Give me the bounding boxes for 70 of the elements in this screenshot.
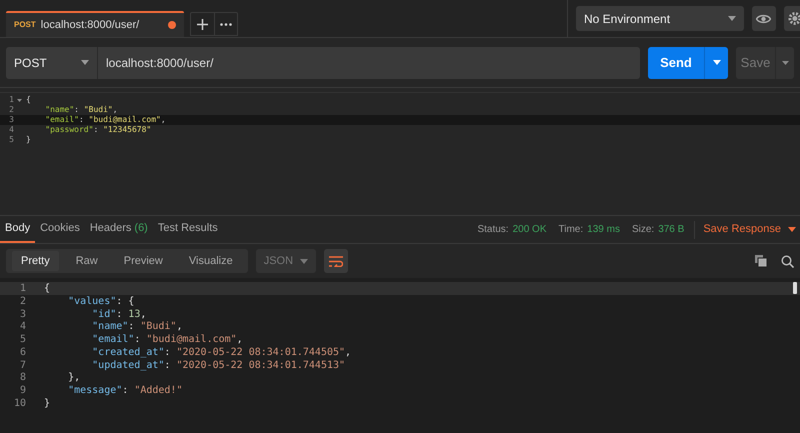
code-line: "name": "Budi",: [44, 104, 118, 116]
line-number: 1: [9, 94, 14, 106]
line-number: 9: [20, 384, 26, 398]
meta-value: 139 ms: [587, 223, 620, 237]
settings-icon: [787, 11, 800, 26]
code-line: "name": "Budi",: [91, 320, 182, 334]
response-tab[interactable]: Test Results: [152, 216, 223, 243]
line-number: 2: [20, 294, 26, 309]
url-field[interactable]: localhost:8000/user/: [98, 46, 640, 78]
line-number: 8: [20, 371, 26, 386]
response-tab[interactable]: Cookies: [35, 216, 85, 243]
tab-label: Headers: [90, 221, 132, 236]
line-number: 4: [20, 320, 26, 334]
line-number: 5: [9, 134, 14, 146]
code-line: {: [43, 282, 50, 296]
code-line: "id": 13,: [91, 308, 146, 321]
view-mode-tab[interactable]: Raw: [66, 251, 107, 271]
save-response-button[interactable]: Save Response: [695, 221, 800, 238]
header-count: (6): [134, 221, 148, 236]
line-number: 5: [20, 333, 26, 348]
environment-dropdown[interactable]: No Environment: [576, 6, 744, 31]
code-line: }: [43, 397, 50, 412]
code-line: }: [25, 134, 31, 146]
meta-value: 200 OK: [512, 223, 547, 237]
search-icon[interactable]: [781, 254, 794, 268]
eye-button[interactable]: [752, 6, 776, 31]
caret-icon: [782, 60, 788, 64]
meta-label: Size:: [632, 223, 654, 237]
wrap-icon: [328, 256, 343, 266]
code-line: "message": "Added!": [67, 384, 182, 398]
eye-icon: [756, 14, 772, 24]
line-number: 1: [20, 282, 26, 296]
caret-icon: [300, 258, 308, 264]
tab-title: localhost:8000/user/: [40, 18, 140, 33]
plus-icon: [197, 18, 208, 30]
request-tab[interactable]: POST localhost:8000/user/: [6, 11, 184, 37]
view-mode-tab[interactable]: Visualize: [180, 251, 242, 271]
code-line: "password": "12345678": [44, 124, 152, 136]
code-line: "email": "budi@mail.com",: [91, 333, 243, 347]
fold-arrow-icon[interactable]: [16, 98, 22, 102]
line-number: 7: [20, 358, 26, 372]
meta-value: 376 B: [658, 223, 684, 237]
line-number: 3: [9, 114, 14, 126]
caret-icon: [788, 227, 796, 232]
line-number: 6: [20, 346, 26, 360]
method-label: POST: [14, 19, 36, 31]
code-line: "created_at": "2020-05-22 08:34:01.744505",: [91, 346, 352, 360]
line-number: 2: [9, 104, 14, 116]
more-icon: [220, 22, 232, 26]
code-line: },: [67, 371, 80, 386]
line-number: 10: [14, 397, 26, 412]
meta-label: Time:: [558, 223, 584, 237]
view-mode-tab[interactable]: Preview: [114, 251, 172, 271]
line-number: 4: [9, 124, 14, 136]
code-line: "values": {: [67, 294, 134, 309]
wrap-lines-button[interactable]: [324, 249, 348, 273]
copy-icon[interactable]: [755, 255, 767, 267]
caret-icon: [712, 60, 720, 65]
caret-icon: [728, 16, 736, 21]
method-dropdown[interactable]: POST: [6, 46, 98, 78]
response-tab[interactable]: Headers (6): [84, 216, 153, 243]
code-line: "updated_at": "2020-05-22 08:34:01.744513": [91, 358, 346, 373]
view-mode-tab[interactable]: Pretty: [12, 251, 59, 271]
scrollbar-thumb[interactable]: [793, 282, 797, 294]
line-number: 3: [20, 308, 26, 322]
code-line: {: [25, 94, 31, 106]
caret-icon: [81, 60, 89, 65]
settings-button[interactable]: [784, 6, 800, 31]
meta-label: Status:: [477, 223, 509, 237]
code-line: "email": "budi@mail.com",: [44, 114, 166, 126]
